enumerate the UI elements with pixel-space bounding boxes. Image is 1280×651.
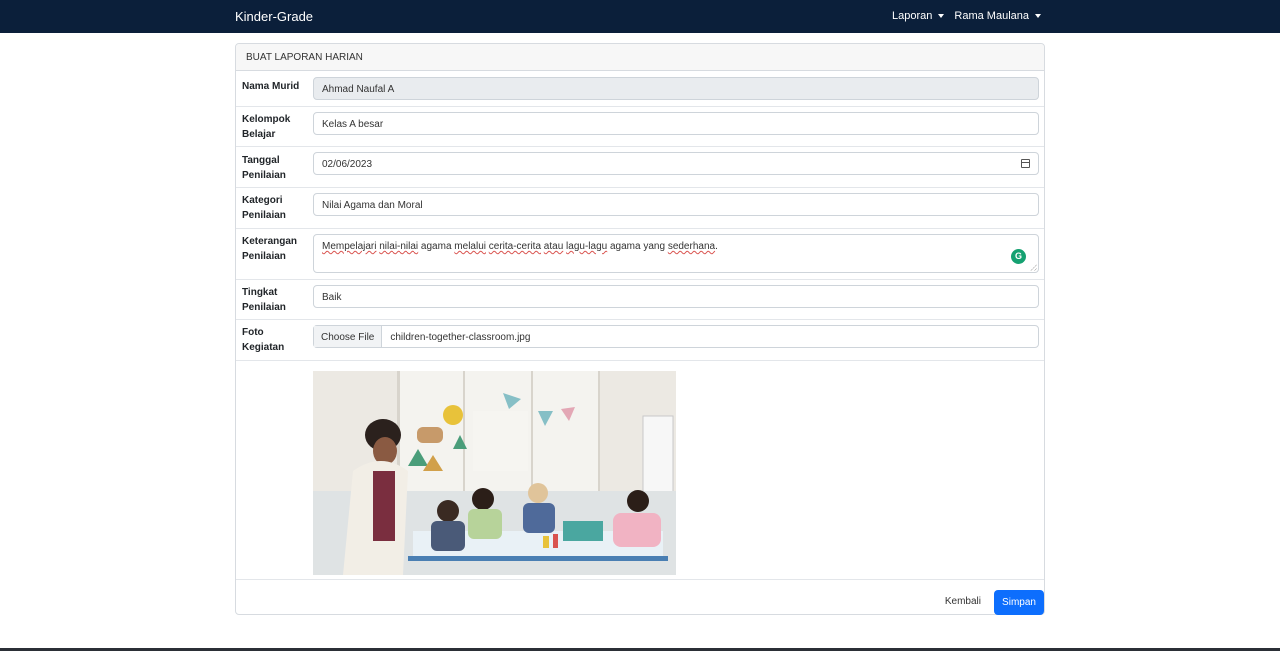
nama-murid-field: Ahmad Naufal A <box>313 77 1039 100</box>
text-part: . <box>715 241 718 252</box>
foto-kegiatan-file-input[interactable]: Choose File children-together-classroom.… <box>313 325 1039 348</box>
label-kelompok-belajar: Kelompok Belajar <box>242 114 291 140</box>
label-nama-murid: Nama Murid <box>242 81 300 92</box>
nav-menu: Laporan Rama Maulana <box>892 10 1041 22</box>
text-part: atau <box>543 241 564 252</box>
brand-logo[interactable]: Kinder-Grade <box>235 9 313 24</box>
photo-preview <box>313 371 676 575</box>
choose-file-button[interactable]: Choose File <box>314 326 383 347</box>
back-button[interactable]: Kembali <box>945 596 981 607</box>
resize-handle-icon[interactable] <box>1030 264 1037 271</box>
tanggal-penilaian-field[interactable]: 02/06/2023 <box>313 152 1039 175</box>
chevron-down-icon <box>938 14 945 18</box>
nav-label-laporan: Laporan <box>892 10 933 22</box>
text-part: cerita-cerita <box>488 241 542 252</box>
text-part: lagu-lagu <box>566 241 608 252</box>
text-part: sederhana <box>667 241 716 252</box>
kategori-penilaian-field[interactable]: Nilai Agama dan Moral <box>313 193 1039 216</box>
label-foto-kegiatan: Foto Kegiatan <box>242 327 285 353</box>
nav-item-laporan[interactable]: Laporan <box>892 10 945 22</box>
report-card: BUAT LAPORAN HARIAN Nama Murid Ahmad Nau… <box>235 43 1045 615</box>
row-kategori-penilaian: Kategori Penilaian Nilai Agama dan Moral <box>236 188 1044 229</box>
chevron-down-icon <box>1035 14 1041 18</box>
text-part: agama yang <box>607 241 668 252</box>
label-keterangan-penilaian: Keterangan Penilaian <box>242 236 298 262</box>
card-footer: Kembali Simpan <box>236 579 1044 615</box>
row-kelompok-belajar: Kelompok Belajar Kelas A besar <box>236 107 1044 147</box>
label-tingkat-penilaian: Tingkat Penilaian <box>242 287 286 313</box>
kelompok-belajar-field[interactable]: Kelas A besar <box>313 112 1039 135</box>
keterangan-penilaian-textarea[interactable]: Mempelajari nilai-nilai agama melalui ce… <box>313 234 1039 273</box>
tanggal-value: 02/06/2023 <box>322 159 373 170</box>
row-keterangan-penilaian: Keterangan Penilaian Mempelajari nilai-n… <box>236 229 1044 280</box>
calendar-icon[interactable] <box>1021 159 1030 168</box>
row-tanggal-penilaian: Tanggal Penilaian 02/06/2023 <box>236 147 1044 188</box>
nav-item-user[interactable]: Rama Maulana <box>954 10 1041 22</box>
label-tanggal-penilaian: Tanggal Penilaian <box>242 155 286 181</box>
nav-label-user: Rama Maulana <box>954 10 1029 22</box>
grammarly-icon[interactable]: G <box>1011 249 1026 264</box>
text-part: Mempelajari <box>322 241 377 252</box>
card-title: BUAT LAPORAN HARIAN <box>236 44 1044 71</box>
row-tingkat-penilaian: Tingkat Penilaian Baik <box>236 280 1044 320</box>
text-part: melalui <box>454 241 486 252</box>
file-name: children-together-classroom.jpg <box>390 332 531 343</box>
tingkat-penilaian-field[interactable]: Baik <box>313 285 1039 308</box>
top-navbar: Kinder-Grade Laporan Rama Maulana <box>0 0 1280 33</box>
row-foto-kegiatan: Foto Kegiatan Choose File children-toget… <box>236 320 1044 361</box>
text-part: agama <box>418 241 455 252</box>
row-nama-murid: Nama Murid Ahmad Naufal A <box>236 72 1044 107</box>
label-kategori-penilaian: Kategori Penilaian <box>242 195 286 221</box>
text-part: nilai-nilai <box>379 241 419 252</box>
save-button[interactable]: Simpan <box>994 590 1044 615</box>
classroom-photo <box>313 371 676 575</box>
